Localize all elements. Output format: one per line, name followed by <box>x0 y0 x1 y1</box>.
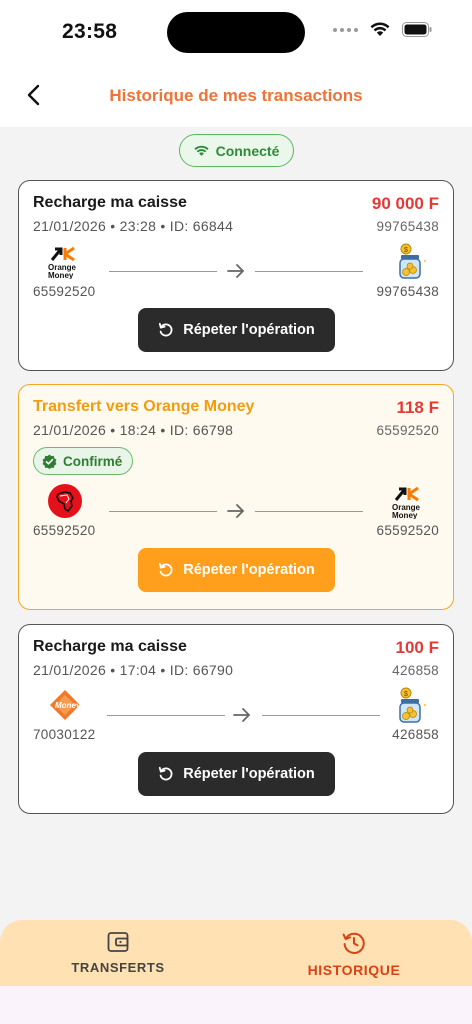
repeat-label: Répeter l'opération <box>183 766 315 782</box>
transaction-reference: 426858 <box>392 663 439 678</box>
status-bar: 23:58 <box>0 0 472 62</box>
status-time: 23:58 <box>62 20 118 43</box>
svg-text:$: $ <box>404 247 408 254</box>
transaction-card[interactable]: Recharge ma caisse 100 F 21/01/2026 • 17… <box>18 624 454 814</box>
tab-transfers-label: TRANSFERTS <box>71 960 165 975</box>
flow-line <box>255 511 363 512</box>
repeat-icon <box>159 766 173 781</box>
flow-line <box>109 271 217 272</box>
orange-money-logo: Orange Money <box>391 483 427 520</box>
from-number: 70030122 <box>33 727 96 742</box>
transaction-title: Recharge ma caisse <box>33 638 187 655</box>
check-badge-icon <box>42 453 57 469</box>
status-icons <box>333 22 432 37</box>
svg-text:$: $ <box>404 691 408 698</box>
transaction-amount: 100 F <box>395 638 439 657</box>
arrow-right-icon <box>227 504 245 518</box>
repeat-icon <box>159 322 173 337</box>
tab-history-label: HISTORIQUE <box>307 962 401 978</box>
repeat-operation-button[interactable]: Répeter l'opération <box>138 308 335 352</box>
tab-transfers[interactable]: TRANSFERTS <box>71 930 165 975</box>
status-label: Confirmé <box>63 453 123 469</box>
arrow-right-icon <box>233 708 251 722</box>
from-number: 65592520 <box>33 523 96 538</box>
battery-icon <box>402 22 432 37</box>
flow-line <box>262 715 380 716</box>
from-number: 65592520 <box>33 284 96 299</box>
repeat-icon <box>159 562 173 577</box>
cash-jar-icon: $ <box>395 243 431 279</box>
tab-history[interactable]: HISTORIQUE <box>300 930 408 978</box>
repeat-operation-button[interactable]: Répeter l'opération <box>138 548 335 592</box>
transaction-meta: 21/01/2026 • 17:04 • ID: 66790 <box>33 662 234 678</box>
wifi-icon <box>193 145 209 156</box>
svg-text:Money: Money <box>48 271 74 279</box>
page-title: Historique de mes transactions <box>109 86 363 105</box>
africa-red-logo <box>47 483 83 519</box>
transaction-reference: 65592520 <box>376 423 439 438</box>
connection-label: Connecté <box>215 142 280 159</box>
transaction-amount: 118 F <box>396 398 439 417</box>
bottom-navigation: TRANSFERTS HISTORIQUE <box>0 920 472 986</box>
transaction-title: Recharge ma caisse <box>33 194 187 211</box>
dynamic-island <box>167 12 305 53</box>
status-badge: Confirmé <box>33 447 134 475</box>
orange-money-logo: Orange Money <box>47 243 83 280</box>
arrow-right-icon <box>227 264 245 278</box>
home-indicator-area <box>0 986 472 1024</box>
transaction-card[interactable]: Transfert vers Orange Money 118 F 21/01/… <box>18 384 454 610</box>
flow-line <box>107 715 225 716</box>
moneyx-logo: Money <box>47 687 83 723</box>
signal-icon <box>333 27 358 32</box>
transaction-meta: 21/01/2026 • 18:24 • ID: 66798 <box>33 422 234 438</box>
flow-line <box>109 511 217 512</box>
repeat-operation-button[interactable]: Répeter l'opération <box>138 752 335 796</box>
wallet-icon <box>107 932 129 952</box>
repeat-label: Répeter l'opération <box>183 322 315 338</box>
svg-text:Money: Money <box>392 511 418 519</box>
wifi-icon <box>370 22 390 36</box>
to-number: 65592520 <box>376 523 439 538</box>
svg-text:Money: Money <box>55 701 81 710</box>
repeat-label: Répeter l'opération <box>183 562 315 578</box>
cash-jar-icon: $ <box>395 687 431 723</box>
to-number: 99765438 <box>376 284 439 299</box>
transaction-card[interactable]: Recharge ma caisse 90 000 F 21/01/2026 •… <box>18 180 454 371</box>
transaction-title: Transfert vers Orange Money <box>33 398 255 415</box>
page-header: Historique de mes transactions <box>0 62 472 127</box>
transaction-reference: 99765438 <box>376 219 439 234</box>
to-number: 426858 <box>392 727 439 742</box>
flow-line <box>255 271 363 272</box>
history-icon <box>342 932 365 954</box>
transaction-meta: 21/01/2026 • 23:28 • ID: 66844 <box>33 218 234 234</box>
transaction-amount: 90 000 F <box>371 194 439 213</box>
connection-status-badge: Connecté <box>179 134 294 167</box>
